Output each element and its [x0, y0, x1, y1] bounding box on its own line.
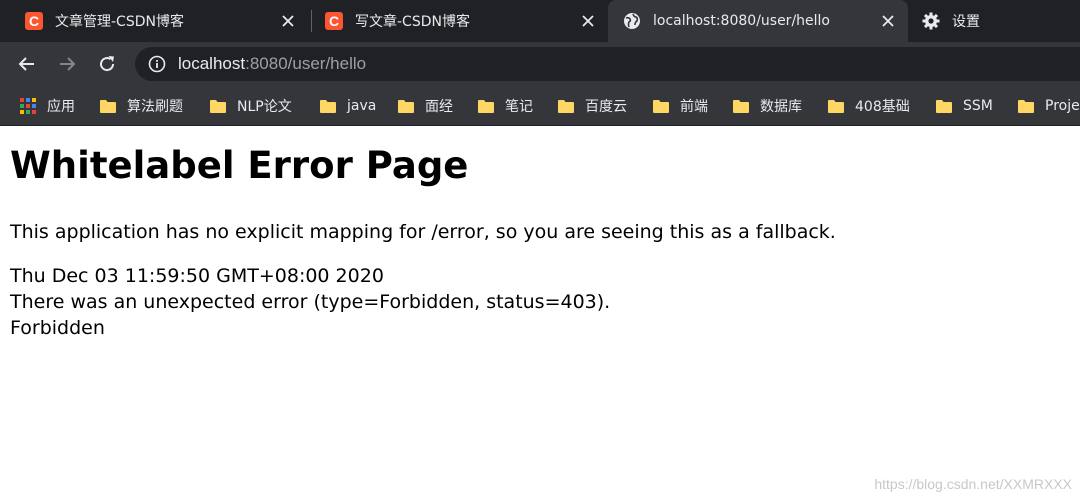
address-bar[interactable]: localhost:8080/user/hello [135, 47, 1080, 81]
bookmark-label: java [347, 98, 377, 114]
tab-title: 文章管理-CSDN博客 [55, 14, 184, 30]
page-title: Whitelabel Error Page [10, 144, 469, 187]
back-button[interactable] [13, 50, 41, 78]
error-detail: Forbidden [10, 317, 105, 339]
tab-title: localhost:8080/user/hello [653, 13, 830, 29]
folder-icon [398, 99, 414, 113]
tab-title: 设置 [952, 14, 980, 30]
folder-icon [828, 99, 844, 113]
apps-grid-icon [20, 98, 36, 114]
bookmark-label: 前端 [680, 99, 708, 115]
bookmark-label: 笔记 [505, 99, 533, 115]
folder-icon [320, 99, 336, 113]
close-icon[interactable] [878, 11, 898, 31]
url-text[interactable]: localhost:8080/user/hello [178, 54, 366, 74]
tab-write-article[interactable]: C 写文章-CSDN博客 [310, 0, 608, 42]
bookmark-folder[interactable]: 百度云 [558, 86, 627, 125]
forward-arrow-icon [60, 57, 76, 71]
bookmark-label: 算法刷题 [127, 99, 183, 115]
bookmark-apps[interactable]: 应用 [20, 86, 75, 125]
tab-localhost[interactable]: localhost:8080/user/hello [608, 0, 908, 42]
folder-icon [478, 99, 494, 113]
bookmark-label: 百度云 [585, 99, 627, 115]
bookmark-label: Proje [1045, 98, 1080, 114]
bookmark-label: 数据库 [760, 99, 802, 115]
bookmark-label: 面经 [425, 99, 453, 115]
csdn-favicon-icon: C [325, 12, 343, 30]
folder-icon [653, 99, 669, 113]
reload-button[interactable] [93, 50, 121, 78]
bookmark-label: SSM [963, 98, 993, 114]
folder-icon [100, 99, 116, 113]
bookmark-folder[interactable]: 前端 [653, 86, 708, 125]
tab-article-manage[interactable]: C 文章管理-CSDN博客 [10, 0, 308, 42]
gear-icon [922, 12, 940, 30]
forward-button[interactable] [53, 50, 81, 78]
tab-title: 写文章-CSDN博客 [355, 14, 470, 30]
bookmarks-bar: 应用 算法刷题 NLP论文 java 面经 笔记 百度云 前端 数据库 408基… [0, 86, 1080, 126]
browser-toolbar: localhost:8080/user/hello [0, 42, 1080, 86]
bookmark-folder[interactable]: 408基础 [828, 86, 910, 125]
url-path: :8080/user/hello [245, 54, 367, 73]
url-host: localhost [178, 54, 246, 73]
folder-icon [1018, 99, 1034, 113]
reload-icon [100, 56, 115, 72]
close-icon[interactable] [578, 11, 598, 31]
csdn-favicon-icon: C [25, 12, 43, 30]
bookmark-folder[interactable]: 面经 [398, 86, 453, 125]
folder-icon [210, 99, 226, 113]
bookmark-folder[interactable]: Proje [1018, 86, 1080, 125]
error-message: This application has no explicit mapping… [10, 221, 836, 243]
info-icon[interactable] [148, 55, 166, 73]
watermark: https://blog.csdn.net/XXMRXXX [874, 476, 1072, 492]
close-icon[interactable] [278, 11, 298, 31]
bookmark-folder[interactable]: SSM [936, 86, 993, 125]
globe-icon [623, 12, 641, 30]
bookmark-folder[interactable]: NLP论文 [210, 86, 292, 125]
error-description: There was an unexpected error (type=Forb… [10, 291, 611, 313]
bookmark-folder[interactable]: java [320, 86, 377, 125]
folder-icon [936, 99, 952, 113]
bookmark-label: 应用 [47, 99, 75, 115]
bookmark-folder[interactable]: 算法刷题 [100, 86, 183, 125]
back-arrow-icon [18, 57, 34, 71]
tab-settings[interactable]: 设置 [908, 0, 1080, 42]
bookmark-label: 408基础 [855, 99, 910, 115]
bookmark-folder[interactable]: 笔记 [478, 86, 533, 125]
bookmark-folder[interactable]: 数据库 [733, 86, 802, 125]
folder-icon [558, 99, 574, 113]
tab-strip: C 文章管理-CSDN博客 C 写文章-CSDN博客 localhost:808… [0, 0, 1080, 42]
bookmark-label: NLP论文 [237, 99, 292, 115]
error-timestamp: Thu Dec 03 11:59:50 GMT+08:00 2020 [10, 265, 384, 287]
folder-icon [733, 99, 749, 113]
